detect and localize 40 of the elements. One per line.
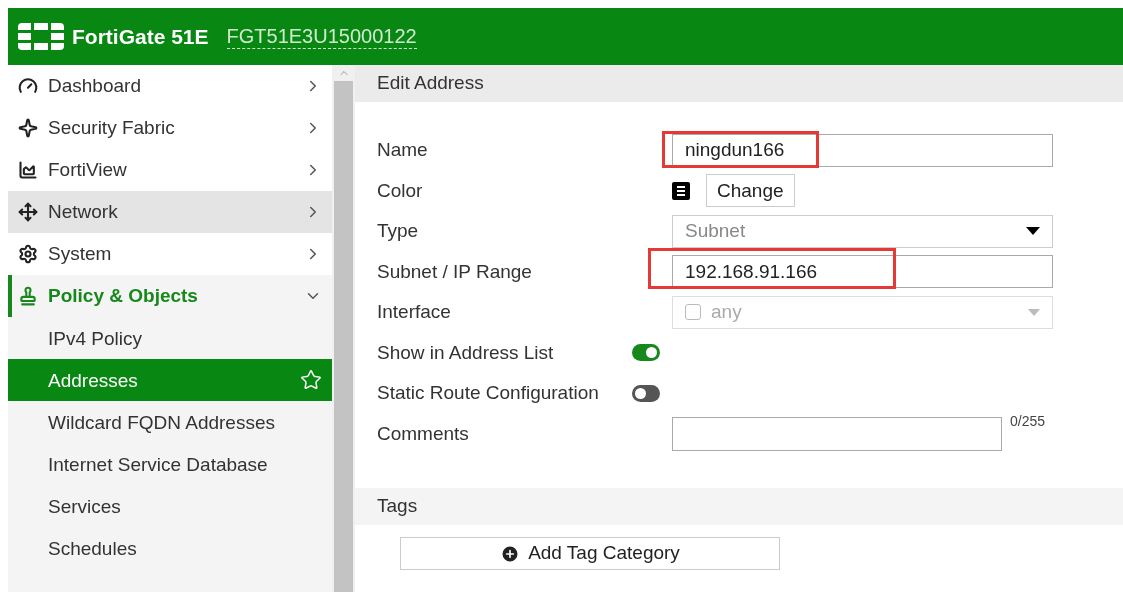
section-title: Tags [377, 494, 418, 519]
sidebar-item[interactable]: Network [8, 191, 332, 233]
field-label: Name [377, 138, 428, 162]
logo-icon [18, 23, 64, 50]
sidebar-item[interactable]: Addresses [8, 359, 332, 401]
gauge-icon [18, 76, 38, 96]
section-title: Edit Address [377, 71, 484, 96]
plus-circle-icon [500, 543, 521, 564]
field-label: Interface [377, 300, 451, 324]
move-arrows-icon [18, 202, 38, 222]
star-icon[interactable] [300, 369, 322, 391]
dropdown-arrow-icon [1026, 227, 1040, 236]
sidebar-item[interactable]: Dashboard [8, 65, 332, 107]
scrollbar[interactable] [332, 65, 355, 592]
field-label: Type [377, 219, 419, 243]
field-label: Color [377, 178, 423, 203]
character-counter: 0/255 [1010, 411, 1046, 431]
product-name: FortiGate 51E [72, 23, 209, 50]
dropdown-arrow-icon [1028, 308, 1040, 316]
toggle-switch[interactable] [632, 384, 660, 402]
text-field[interactable]: ningdun166 [672, 133, 1053, 167]
add-tag-category-button[interactable]: Add Tag Category [400, 537, 780, 570]
sparkle-icon [18, 118, 38, 138]
field-label: Show in Address List [377, 340, 554, 365]
sidebar-item[interactable]: System [8, 233, 332, 275]
comments-field[interactable] [672, 416, 1002, 451]
field-label: Subnet / IP Range [377, 259, 532, 284]
change-button[interactable]: Change [706, 174, 795, 208]
sidebar-item[interactable]: FortiView [8, 149, 332, 191]
sidebar-item[interactable]: Security Fabric [8, 107, 332, 149]
field-label: Comments [377, 421, 469, 446]
text-field[interactable]: 192.168.91.166 [672, 255, 1053, 289]
scrollbar-thumb[interactable] [334, 81, 353, 592]
field-label: Static Route Configuration [377, 381, 599, 405]
toggle-switch[interactable] [632, 344, 660, 362]
color-swatch-icon [672, 181, 690, 200]
area-chart-icon [18, 160, 38, 180]
stamp-icon [18, 286, 38, 306]
settings-icon [18, 244, 38, 264]
serial-number[interactable]: FGT51E3U15000122 [226, 24, 417, 49]
